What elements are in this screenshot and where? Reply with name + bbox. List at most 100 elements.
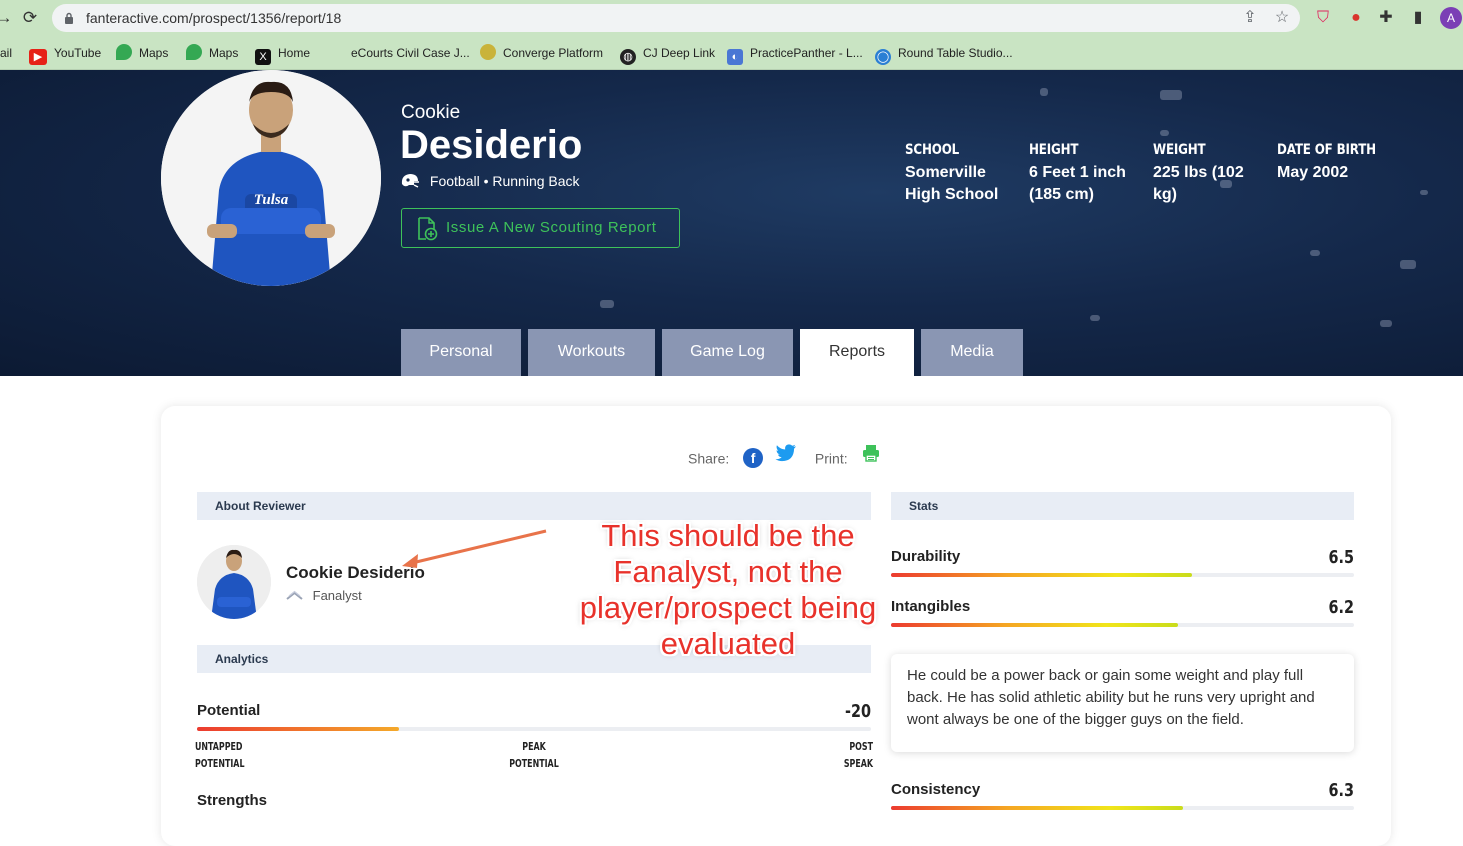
potential-bar-fill (197, 727, 400, 731)
bookmark-star-icon[interactable]: ☆ (1273, 9, 1291, 27)
confetti (1420, 190, 1428, 195)
bookmark-mail[interactable]: ail (0, 44, 12, 62)
annotation-line3: player/prospect being (579, 590, 877, 625)
confetti (1400, 260, 1416, 269)
tab-media[interactable]: Media (921, 329, 1023, 376)
strengths-heading: Strengths (197, 792, 268, 809)
twitter-icon[interactable] (775, 444, 797, 462)
confetti (1310, 250, 1320, 256)
extensions-puzzle-icon[interactable]: ✚ (1376, 8, 1396, 28)
bookmark-youtube[interactable]: ▶ YouTube (29, 44, 101, 65)
meta-school: SCHOOL Somerville High School (905, 142, 1020, 206)
converge-icon (480, 44, 496, 60)
meta-height-value: 6 Feet 1 inch (185 cm) (1029, 164, 1126, 203)
stat-intangibles-bar (891, 623, 1354, 627)
annotation-line2: Fanalyst, not the (613, 554, 843, 589)
stat-consistency-bar (891, 806, 1354, 810)
blank-page-icon (328, 44, 344, 60)
scale-peak: PEAK POTENTIAL (502, 738, 566, 772)
practicepanther-icon: ◐ (727, 49, 743, 65)
meta-height-label: HEIGHT (1029, 142, 1079, 158)
meta-school-label: SCHOOL (905, 142, 960, 158)
share-page-icon[interactable]: ⇪ (1241, 9, 1259, 27)
stat-durability-value: 6.5 (1328, 547, 1354, 568)
forward-icon[interactable]: → (0, 6, 16, 30)
stat-consistency-value: 6.3 (1328, 780, 1354, 801)
extension-red-icon[interactable]: ● (1346, 8, 1366, 28)
sport-position-text: Football • Running Back (429, 173, 580, 189)
scale-post-line2: SPEAK (843, 757, 873, 770)
confetti (1160, 130, 1169, 136)
annotation-callout: This should be the Fanalyst, not the pla… (568, 518, 888, 662)
address-bar[interactable]: fanteractive.com/prospect/1356/report/18… (52, 4, 1300, 32)
tab-game-log[interactable]: Game Log (662, 329, 793, 376)
confetti (1160, 90, 1182, 100)
scale-untapped-line1: UNTAPPED (195, 740, 243, 753)
tab-personal[interactable]: Personal (401, 329, 521, 376)
meta-weight-label: WEIGHT (1153, 142, 1206, 158)
bookmark-maps-2[interactable]: Maps (186, 44, 238, 62)
round-table-icon: ◯ (875, 49, 891, 65)
pocket-icon[interactable]: ⛉ (1313, 8, 1333, 28)
confetti (600, 300, 614, 308)
annotation-line1: This should be the (601, 518, 855, 553)
player-photo: Tulsa (161, 70, 381, 286)
annotation-line4: evaluated (660, 626, 796, 661)
player-last-name: Desiderio (400, 123, 583, 167)
annotation-arrow (402, 529, 547, 568)
player-illustration: Tulsa (161, 70, 381, 286)
profile-hero: Tulsa Cookie Desiderio Football • Runnin… (0, 70, 1463, 376)
confetti (1380, 320, 1392, 327)
football-helmet-icon (401, 174, 419, 188)
bookmarks-bar: ail ▶ YouTube Maps Maps X Home eCourts Civ… (0, 36, 1463, 70)
player-first-name: Cookie (401, 102, 461, 123)
meta-height: HEIGHT 6 Feet 1 inch (185 cm) (1029, 142, 1141, 206)
tab-reports[interactable]: Reports (800, 329, 914, 376)
bookmark-maps[interactable]: Maps (116, 44, 168, 62)
side-panel-icon[interactable]: ▮ (1408, 8, 1428, 28)
x-logo-icon: X (255, 49, 271, 65)
bookmark-practicepanther[interactable]: ◐ PracticePanther - L... (727, 44, 863, 65)
reviewer-photo (197, 545, 271, 619)
meta-weight-value: 225 lbs (102 kg) (1153, 164, 1244, 203)
bookmark-round-table[interactable]: ◯ Round Table Studio... (875, 44, 1013, 65)
bookmark-converge[interactable]: Converge Platform (480, 44, 603, 62)
stat-durability-bar (891, 573, 1354, 577)
bookmark-cj-deep-link[interactable]: ◍ CJ Deep Link (620, 44, 715, 65)
share-label: Share: (688, 450, 730, 467)
stat-intangibles-label: Intangibles (891, 598, 971, 615)
reload-icon[interactable]: ⟳ (18, 6, 42, 30)
scale-peak-line1: PEAK (522, 740, 546, 753)
potential-bar (197, 727, 871, 731)
meta-school-value: Somerville High School (905, 164, 999, 203)
confetti (1090, 315, 1100, 321)
stat-durability-bar-fill (891, 573, 1192, 577)
new-report-icon (418, 217, 438, 241)
tab-workouts[interactable]: Workouts (528, 329, 655, 376)
globe-icon: ◍ (620, 49, 636, 65)
stat-intangibles-value: 6.2 (1328, 597, 1354, 618)
reviewer-avatar (197, 545, 271, 619)
issue-scouting-report-label: Issue A New Scouting Report (446, 219, 657, 236)
scale-untapped: UNTAPPED POTENTIAL (195, 738, 244, 772)
browser-toolbar: → ⟳ fanteractive.com/prospect/1356/repor… (0, 0, 1463, 36)
youtube-icon: ▶ (29, 49, 47, 65)
stat-consistency-label: Consistency (891, 781, 981, 798)
profile-avatar[interactable]: A (1440, 7, 1462, 29)
bookmark-ecourts[interactable]: eCourts Civil Case J... (328, 44, 470, 62)
issue-scouting-report-button[interactable]: Issue A New Scouting Report (401, 208, 680, 248)
stats-header: Stats (891, 492, 1354, 520)
sport-position-line: Football • Running Back (400, 172, 580, 190)
printer-icon[interactable] (862, 444, 880, 462)
facebook-icon[interactable]: f (743, 448, 764, 469)
reviewer-role: Fanalyst (286, 588, 362, 603)
stat-durability-label: Durability (891, 548, 961, 565)
bookmark-home-x[interactable]: X Home (255, 44, 310, 65)
svg-text:Tulsa: Tulsa (254, 192, 289, 208)
potential-label: Potential (197, 702, 261, 719)
url-text[interactable]: fanteractive.com/prospect/1356/report/18 (86, 10, 341, 26)
meta-weight: WEIGHT 225 lbs (102 kg) (1153, 142, 1263, 206)
meta-dob-label: DATE OF BIRTH (1277, 142, 1376, 158)
reviewer-role-text: Fanalyst (312, 588, 362, 603)
stat-intangibles-bar-fill (891, 623, 1179, 627)
